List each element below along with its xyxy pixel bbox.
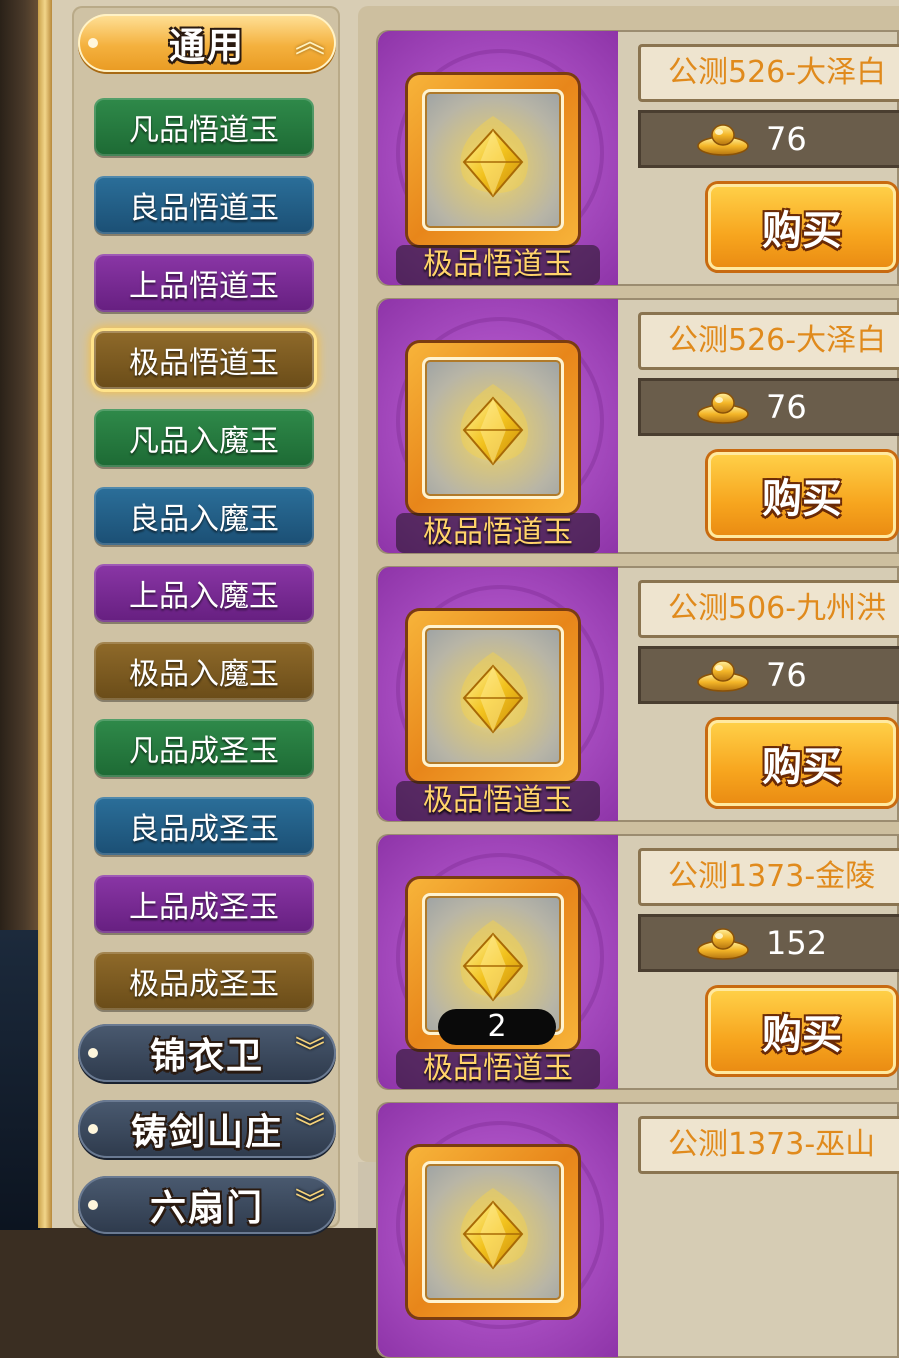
item-quantity-badge: 2 (438, 1009, 556, 1045)
seller-name: 公测506-九州洪 (638, 580, 899, 638)
sub-item-liangpin-rumoyu[interactable]: 良品入魔玉 (94, 487, 314, 545)
item-name-label: 极品悟道玉 (396, 513, 600, 553)
category-header-general[interactable]: 通用 ︽ (78, 14, 336, 72)
category-header-jinyiwei[interactable]: 锦衣卫 ︾ (78, 1024, 336, 1082)
item-art-panel[interactable]: 极品悟道玉 (378, 299, 618, 553)
buy-button[interactable]: 购买 (708, 720, 896, 806)
sub-item-jipin-wudaoyu[interactable]: 极品悟道玉 (94, 331, 314, 389)
chevron-down-icon[interactable]: ︾ (290, 1186, 330, 1224)
chevron-down-icon[interactable]: ︾ (290, 1110, 330, 1148)
category-title: 锦衣卫 (149, 1036, 264, 1077)
item-name-label: 极品悟道玉 (396, 245, 600, 285)
header-dot (88, 1048, 98, 1058)
item-art-panel[interactable]: 极品悟道玉 (378, 567, 618, 821)
seller-name: 公测1373-巫山 (638, 1116, 899, 1174)
price-value: 76 (766, 120, 807, 158)
sub-item-fanpin-rumoyu[interactable]: 凡品入魔玉 (94, 409, 314, 467)
category-title: 六扇门 (149, 1188, 264, 1229)
item-frame[interactable] (408, 343, 578, 513)
price-row: 76 (638, 110, 899, 168)
price-row: 152 (638, 914, 899, 972)
sub-item-shangpin-wudaoyu[interactable]: 上品悟道玉 (94, 254, 314, 312)
header-dot (88, 1200, 98, 1210)
window-frame-gold-trim (38, 0, 52, 1228)
price-row: 76 (638, 646, 899, 704)
category-title: 通用 (168, 26, 245, 67)
category-header-liushanmen[interactable]: 六扇门 ︾ (78, 1176, 336, 1234)
chevron-down-icon[interactable]: ︾ (290, 1034, 330, 1072)
item-art-panel[interactable]: 2 极品悟道玉 (378, 835, 618, 1089)
golden-jade-gem-icon (460, 116, 529, 198)
sub-item-jipin-rumoyu[interactable]: 极品入魔玉 (94, 642, 314, 700)
gold-ingot-icon (697, 392, 749, 424)
category-header-zhujianshanzhuang[interactable]: 铸剑山庄 ︾ (78, 1100, 336, 1158)
item-frame[interactable] (408, 611, 578, 781)
golden-jade-gem-icon (460, 1188, 529, 1270)
price-value: 76 (766, 388, 807, 426)
golden-jade-gem-icon (460, 920, 529, 1002)
price-row: 76 (638, 378, 899, 436)
background-art (0, 930, 40, 1230)
sub-item-shangpin-rumoyu[interactable]: 上品入魔玉 (94, 564, 314, 622)
price-value: 76 (766, 656, 807, 694)
sub-item-fanpin-chengshengyu[interactable]: 凡品成圣玉 (94, 719, 314, 777)
seller-name: 公测526-大泽白 (638, 44, 899, 102)
seller-name: 公测526-大泽白 (638, 312, 899, 370)
golden-jade-gem-icon (460, 384, 529, 466)
item-slot (422, 357, 564, 499)
buy-button[interactable]: 购买 (708, 452, 896, 538)
sub-item-jipin-chengshengyu[interactable]: 极品成圣玉 (94, 952, 314, 1010)
seller-name: 公测1373-金陵 (638, 848, 899, 906)
category-title: 铸剑山庄 (130, 1112, 283, 1153)
golden-jade-gem-icon (460, 652, 529, 734)
gold-ingot-icon (697, 928, 749, 960)
item-frame[interactable] (408, 1147, 578, 1317)
sub-item-fanpin-wudaoyu[interactable]: 凡品悟道玉 (94, 98, 314, 156)
item-name-label: 极品悟道玉 (396, 1049, 600, 1089)
price-value: 152 (766, 924, 828, 962)
sub-item-liangpin-wudaoyu[interactable]: 良品悟道玉 (94, 176, 314, 234)
item-slot (422, 1161, 564, 1303)
buy-button[interactable]: 购买 (708, 184, 896, 270)
chevron-up-icon[interactable]: ︽ (290, 24, 330, 62)
buy-button[interactable]: 购买 (708, 988, 896, 1074)
item-slot (422, 89, 564, 231)
item-name-label: 极品悟道玉 (396, 781, 600, 821)
header-dot (88, 1124, 98, 1134)
item-art-panel[interactable] (378, 1103, 618, 1357)
gold-ingot-icon (697, 660, 749, 692)
sub-item-shangpin-chengshengyu[interactable]: 上品成圣玉 (94, 875, 314, 933)
item-slot (422, 625, 564, 767)
sub-item-liangpin-chengshengyu[interactable]: 良品成圣玉 (94, 797, 314, 855)
item-art-panel[interactable]: 极品悟道玉 (378, 31, 618, 285)
gold-ingot-icon (697, 124, 749, 156)
header-dot (88, 38, 98, 48)
item-frame[interactable] (408, 75, 578, 245)
